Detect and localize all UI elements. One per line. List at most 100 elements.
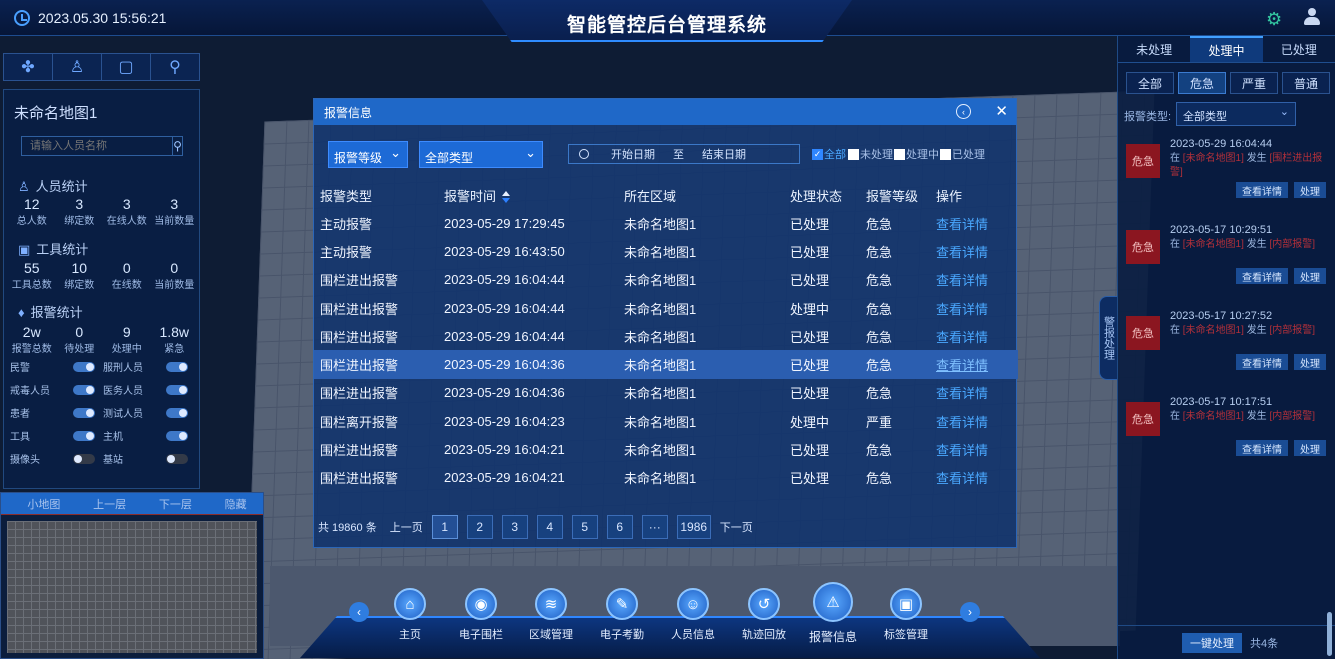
alarm-level-select[interactable]: 报警等级 [328,141,408,168]
toggle-switch[interactable] [166,384,188,395]
sort-icon[interactable] [502,191,511,204]
toggle-switch[interactable] [73,407,95,418]
nav-item[interactable]: ≋ 区域管理 [516,588,586,642]
close-icon[interactable]: ✕ [995,102,1008,120]
level-normal[interactable]: 普通 [1282,72,1330,94]
level-severe[interactable]: 严重 [1230,72,1278,94]
level-critical[interactable]: 危急 [1178,72,1226,94]
process-button[interactable]: 处理 [1294,354,1326,370]
nav-item[interactable]: ✎ 电子考勤 [587,588,657,642]
view-detail-link[interactable]: 查看详情 [936,435,1018,463]
page-button[interactable]: 3 [501,515,528,539]
table-row[interactable]: 围栏进出报警 2023-05-29 16:04:44 未命名地图1 已处理 危急 查看详情 [314,266,1018,294]
toggle-switch[interactable] [73,384,95,395]
page-button[interactable]: 4 [536,515,563,539]
view-detail-button[interactable]: 查看详情 [1236,440,1288,456]
table-row[interactable]: 围栏进出报警 2023-05-29 16:04:44 未命名地图1 处理中 危急 查看详情 [314,294,1018,322]
table-row[interactable]: 围栏进出报警 2023-05-29 16:04:21 未命名地图1 已处理 危急 查看详情 [314,464,1018,492]
start-date[interactable]: 开始日期 [611,146,655,162]
next-page-button[interactable]: 下一页 [720,519,753,535]
page-button[interactable]: 5 [571,515,598,539]
nav-item[interactable]: ☺ 人员信息 [658,588,728,642]
checkbox-unprocessed[interactable]: 未处理 [848,146,893,162]
alarm-handle-side-tab[interactable]: 警报处理 [1099,296,1117,380]
view-detail-link[interactable]: 查看详情 [936,266,1018,294]
minimap-view[interactable] [7,521,257,653]
table-row[interactable]: 围栏进出报警 2023-05-29 16:04:36 未命名地图1 已处理 危急 查看详情 [314,379,1018,407]
nav-item-label: 人员信息 [671,629,715,641]
col-alarm-time[interactable]: 报警时间 [444,181,624,209]
page-button[interactable]: 1986 [676,515,711,539]
tab-processing[interactable]: 处理中 [1190,36,1263,62]
person-search-input[interactable] [22,137,172,155]
cell-alarm-time: 2023-05-29 16:04:21 [444,442,565,458]
end-date[interactable]: 结束日期 [702,146,746,162]
stat: 1.8w 紧急 [159,324,190,355]
view-detail-button[interactable]: 查看详情 [1236,354,1288,370]
alarm-type-select[interactable]: 全部类型 [1176,102,1296,126]
person-icon[interactable]: ♙ [53,54,102,80]
user-icon[interactable] [1303,8,1321,26]
view-detail-link[interactable]: 查看详情 [936,350,1018,379]
toggle-switch[interactable] [73,430,95,441]
nav-item[interactable]: ⚠ 报警信息 [798,582,868,645]
view-detail-link[interactable]: 查看详情 [936,237,1018,265]
nav-item[interactable]: ▣ 标签管理 [871,588,941,642]
table-row[interactable]: 围栏进出报警 2023-05-29 16:04:36 未命名地图1 已处理 危急 查看详情 [314,350,1018,379]
process-all-button[interactable]: 一键处理 [1182,632,1242,653]
nav-item[interactable]: ↺ 轨迹回放 [729,588,799,642]
view-detail-link[interactable]: 查看详情 [936,464,1018,492]
table-row[interactable]: 围栏进出报警 2023-05-29 16:04:44 未命名地图1 已处理 危急 查看详情 [314,322,1018,350]
toggle-switch[interactable] [166,453,188,464]
page-button[interactable]: 2 [466,515,493,539]
floor-down-button[interactable]: 下一层 [159,496,192,512]
toggle-switch[interactable] [73,453,95,464]
view-detail-link[interactable]: 查看详情 [936,379,1018,407]
table-row[interactable]: 主动报警 2023-05-29 17:29:45 未命名地图1 已处理 危急 查看详情 [314,209,1018,237]
nav-next-arrow-icon[interactable]: › [960,602,980,622]
page-button[interactable]: 1 [431,515,458,539]
stat: 10 绑定数 [64,260,95,291]
floor-up-button[interactable]: 上一层 [93,496,126,512]
process-button[interactable]: 处理 [1294,268,1326,284]
view-detail-link[interactable]: 查看详情 [936,294,1018,322]
hide-minimap-button[interactable]: 隐藏 [225,496,247,512]
checkbox-processed[interactable]: 已处理 [940,146,985,162]
level-all[interactable]: 全部 [1126,72,1174,94]
view-detail-link[interactable]: 查看详情 [936,322,1018,350]
toggle-switch[interactable] [166,430,188,441]
table-row[interactable]: 主动报警 2023-05-29 16:43:50 未命名地图1 已处理 危急 查看详情 [314,237,1018,265]
search-icon[interactable]: ⚲ [172,137,182,155]
view-detail-button[interactable]: 查看详情 [1236,182,1288,198]
stat: 12 总人数 [16,196,47,227]
page-ellipsis[interactable]: ··· [641,515,668,539]
view-detail-button[interactable]: 查看详情 [1236,268,1288,284]
toggle-switch[interactable] [73,361,95,372]
nav-item[interactable]: ⌂ 主页 [375,588,445,642]
tab-unprocessed[interactable]: 未处理 [1118,36,1190,62]
table-row[interactable]: 围栏进出报警 2023-05-29 16:04:21 未命名地图1 已处理 危急 查看详情 [314,435,1018,463]
nav-item[interactable]: ◉ 电子围栏 [446,588,516,642]
checkbox-all[interactable]: ✓ 全部 [812,146,846,162]
back-icon[interactable]: ‹ [956,104,971,119]
view-detail-link[interactable]: 查看详情 [936,407,1018,435]
tool-icon[interactable]: ⚲ [151,54,199,80]
checkbox-processing[interactable]: 处理中 [894,146,939,162]
process-button[interactable]: 处理 [1294,182,1326,198]
table-row[interactable]: 围栏离开报警 2023-05-29 16:04:23 未命名地图1 处理中 严重 查看详情 [314,407,1018,435]
prev-page-button[interactable]: 上一页 [390,519,423,535]
fan-icon[interactable]: ✤ [4,54,53,80]
toggle-switch[interactable] [166,407,188,418]
view-detail-link[interactable]: 查看详情 [936,209,1018,237]
cell-alarm-type: 围栏进出报警 [320,386,399,402]
page-button[interactable]: 6 [606,515,633,539]
process-button[interactable]: 处理 [1294,440,1326,456]
toggle-switch[interactable] [166,361,188,372]
box-icon[interactable]: ▢ [102,54,151,80]
alarm-type-select[interactable]: 全部类型 [419,141,543,168]
tab-processed[interactable]: 已处理 [1263,36,1335,62]
nav-prev-arrow-icon[interactable]: ‹ [349,602,369,622]
scrollbar[interactable] [1327,612,1332,656]
gear-icon[interactable]: ⚙ [1266,9,1282,30]
date-range-picker[interactable]: 开始日期 至 结束日期 [568,144,800,164]
